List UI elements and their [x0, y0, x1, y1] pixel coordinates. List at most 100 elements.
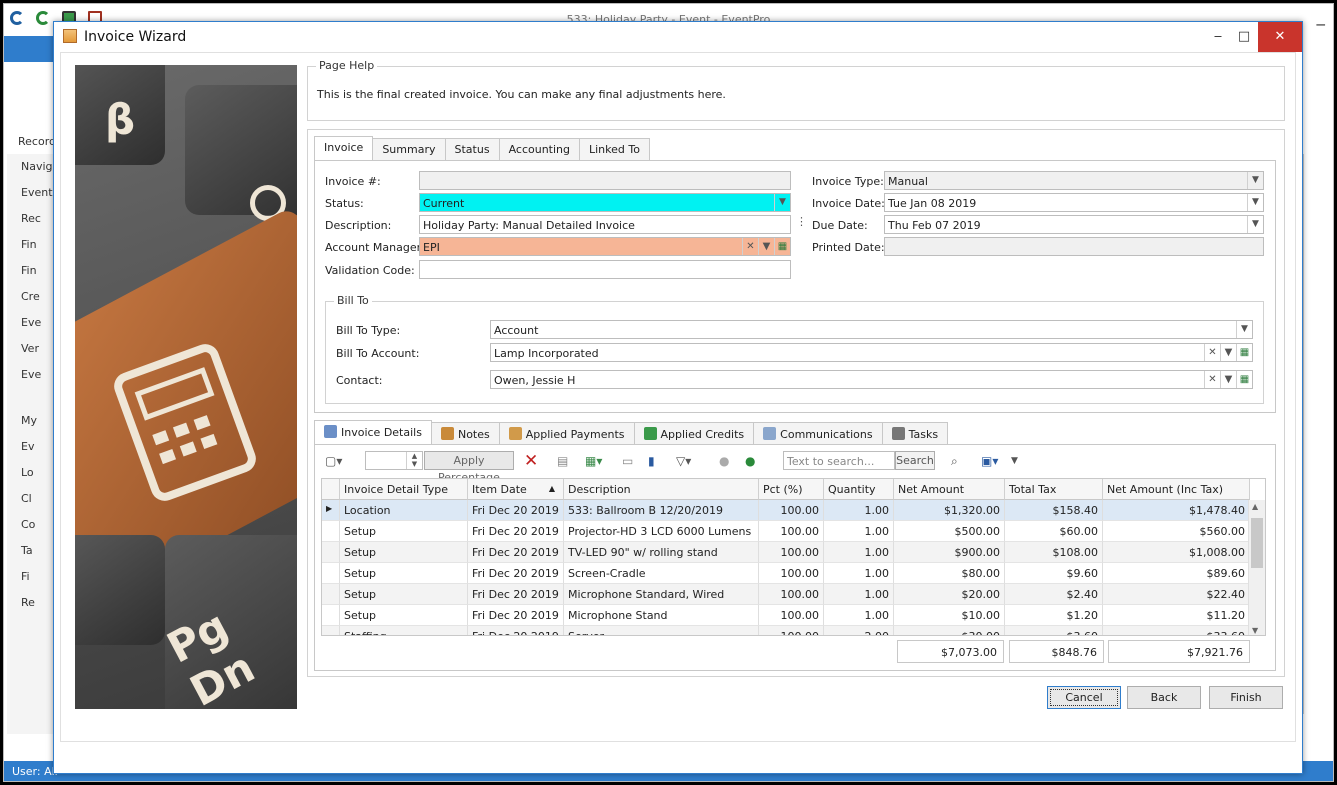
nav-item[interactable]: Ev [7, 434, 56, 460]
column-header[interactable]: Total Tax [1005, 479, 1103, 500]
scroll-thumb[interactable] [1251, 518, 1263, 568]
row-indicator[interactable] [322, 626, 340, 635]
bill-to-type-select[interactable]: Account ▼ [490, 320, 1253, 339]
table-cell[interactable]: $89.60 [1103, 563, 1250, 584]
table-row[interactable]: ▶ Location Fri Dec 20 2019 533: Ballroom B … [322, 500, 1250, 521]
nav-item[interactable]: Eve [7, 310, 56, 336]
table-cell[interactable]: 533: Ballroom B 12/20/2019 [564, 500, 759, 521]
find-icon[interactable]: ⌕ [951, 452, 958, 470]
table-cell[interactable]: 100.00 [759, 605, 824, 626]
table-cell[interactable]: 1.00 [824, 563, 894, 584]
column-header[interactable]: Net Amount (Inc Tax) [1103, 479, 1250, 500]
table-cell[interactable]: $1,320.00 [894, 500, 1005, 521]
chevron-down-icon[interactable]: ▼ [1220, 371, 1236, 388]
add-items-icon[interactable]: ▦▾ [585, 452, 602, 470]
clear-icon[interactable]: ✕ [1204, 344, 1220, 361]
scroll-up-icon[interactable]: ▲ [1252, 502, 1258, 511]
new-item-icon[interactable]: ▢▾ [325, 452, 342, 470]
nav-item[interactable]: Ver [7, 336, 56, 362]
nav-item[interactable]: Fin [7, 232, 56, 258]
tab-communications[interactable]: Communications [753, 422, 883, 444]
table-row[interactable]: StaffingFri Dec 20 2019Server100.002.00$… [322, 626, 1250, 635]
finish-button[interactable]: Finish [1209, 686, 1283, 709]
row-indicator[interactable] [322, 563, 340, 584]
tab-applied-credits[interactable]: Applied Credits [633, 422, 755, 444]
table-cell[interactable]: $3.60 [1005, 626, 1103, 635]
search-button[interactable]: Search [895, 451, 935, 470]
unlock-icon[interactable]: ▭ [622, 452, 633, 470]
nav-item[interactable]: Rec [7, 206, 56, 232]
contact-select[interactable]: Owen, Jessie H ✕ ▼ ▦ [490, 370, 1253, 389]
move-up-icon[interactable]: ● [719, 452, 729, 470]
tab-notes[interactable]: Notes [430, 422, 500, 444]
clear-icon[interactable]: ✕ [742, 238, 758, 255]
column-header-item-date[interactable]: Item Date ▲ [468, 479, 564, 500]
nav-item[interactable]: My [7, 408, 56, 434]
tab-invoice-details[interactable]: Invoice Details [314, 420, 432, 444]
table-cell[interactable]: $10.00 [894, 605, 1005, 626]
grid-scrollbar[interactable]: ▲ ▼ [1248, 500, 1265, 635]
minimize-icon[interactable]: ▁ [1317, 13, 1325, 26]
table-cell[interactable]: 100.00 [759, 626, 824, 635]
table-cell[interactable]: $30.00 [894, 626, 1005, 635]
back-button[interactable]: Back [1127, 686, 1201, 709]
validation-code-field[interactable] [419, 260, 791, 279]
table-cell[interactable]: Microphone Standard, Wired [564, 584, 759, 605]
filter-icon[interactable]: ▽▾ [676, 452, 691, 470]
clear-icon[interactable]: ✕ [1204, 371, 1220, 388]
cancel-button[interactable]: Cancel [1047, 686, 1121, 709]
tab-summary[interactable]: Summary [372, 138, 446, 160]
nav-item[interactable]: Cl [7, 486, 56, 512]
move-down-icon[interactable]: ● [745, 452, 755, 470]
scroll-down-icon[interactable]: ▼ [1252, 626, 1258, 635]
table-cell[interactable]: 100.00 [759, 521, 824, 542]
lookup-icon[interactable]: ▦ [1236, 371, 1252, 388]
table-cell[interactable]: $158.40 [1005, 500, 1103, 521]
properties-icon[interactable]: ▮ [648, 452, 655, 470]
splitter-grip-icon[interactable]: ⋮ [796, 215, 807, 228]
nav-item[interactable]: Fin [7, 258, 56, 284]
table-cell[interactable]: TV-LED 90" w/ rolling stand [564, 542, 759, 563]
account-manager-select[interactable]: EPI ✕ ▼ ▦ [419, 237, 791, 256]
table-cell[interactable]: Setup [340, 605, 468, 626]
tab-linked-to[interactable]: Linked To [579, 138, 650, 160]
table-row[interactable]: Setup Fri Dec 20 2019 TV-LED 90" w/ rollin… [322, 542, 1250, 563]
table-cell[interactable]: Staffing [340, 626, 468, 635]
table-cell[interactable]: Fri Dec 20 2019 [468, 542, 564, 563]
table-cell[interactable]: $1,008.00 [1103, 542, 1250, 563]
row-indicator[interactable] [322, 584, 340, 605]
table-cell[interactable]: $1.20 [1005, 605, 1103, 626]
table-cell[interactable]: Setup [340, 563, 468, 584]
table-cell[interactable]: Setup [340, 521, 468, 542]
printed-date-field[interactable] [884, 237, 1264, 256]
row-indicator[interactable] [322, 542, 340, 563]
percentage-input[interactable]: ▲ ▼ [365, 451, 423, 470]
table-cell[interactable]: 1.00 [824, 542, 894, 563]
table-cell[interactable]: 1.00 [824, 500, 894, 521]
nav-item[interactable]: Eve [7, 362, 56, 388]
description-field[interactable]: Holiday Party: Manual Detailed Invoice [419, 215, 791, 234]
maximize-button[interactable]: □ [1230, 22, 1258, 52]
tab-status[interactable]: Status [444, 138, 500, 160]
table-cell[interactable]: 2.00 [824, 626, 894, 635]
table-cell[interactable]: $80.00 [894, 563, 1005, 584]
table-cell[interactable]: $2.40 [1005, 584, 1103, 605]
chevron-down-icon[interactable]: ▼ [774, 194, 790, 211]
chevron-down-icon[interactable]: ▼ [1247, 172, 1263, 189]
copy-icon[interactable]: ▤ [557, 452, 568, 470]
app-ribbon-tab[interactable] [4, 36, 56, 62]
close-button[interactable]: ✕ [1258, 22, 1302, 52]
table-cell[interactable]: 100.00 [759, 542, 824, 563]
nav-item[interactable]: Navig [7, 154, 56, 180]
tab-applied-payments[interactable]: Applied Payments [498, 422, 635, 444]
table-cell[interactable]: $500.00 [894, 521, 1005, 542]
chevron-down-icon[interactable]: ▼ [1247, 216, 1263, 233]
nav-item[interactable]: Ta [7, 538, 56, 564]
table-cell[interactable]: $20.00 [894, 584, 1005, 605]
table-row[interactable]: Setup Fri Dec 20 2019 Screen-Cradle 100.00 1… [322, 563, 1250, 584]
invoice-number-field[interactable] [419, 171, 791, 190]
delete-icon[interactable]: ✕ [524, 452, 538, 470]
table-row[interactable]: Setup Fri Dec 20 2019 Projector-HD 3 LCD 6… [322, 521, 1250, 542]
tab-tasks[interactable]: Tasks [881, 422, 949, 444]
chevron-down-icon[interactable]: ▼ [1236, 321, 1252, 338]
